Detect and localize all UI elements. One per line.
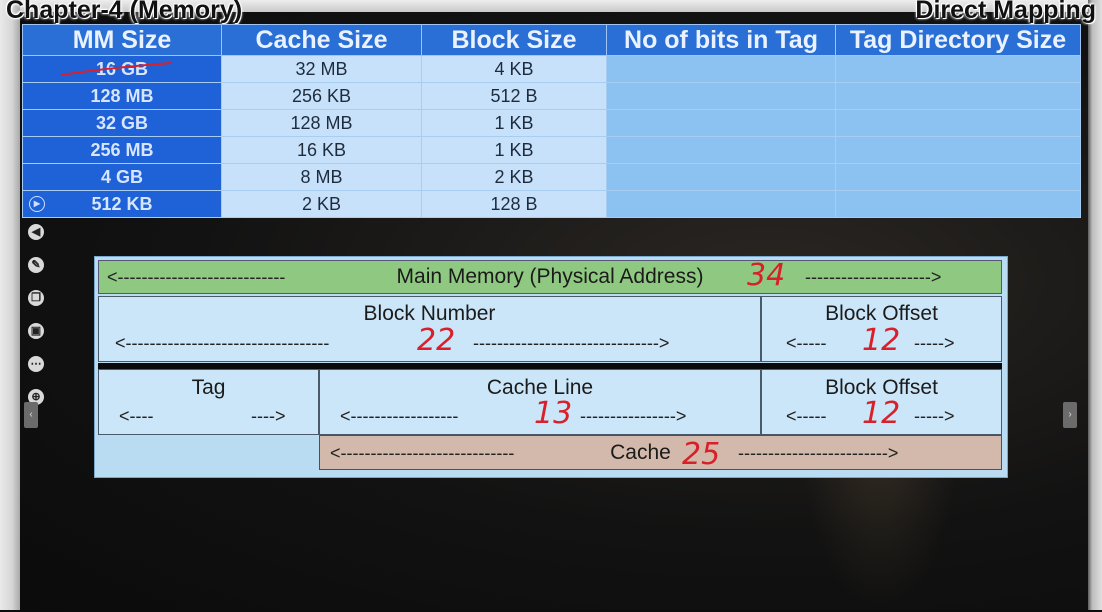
- header-tag-directory-size: Tag Directory Size: [835, 24, 1081, 56]
- main-memory-bits-handwritten: 34: [747, 258, 786, 293]
- table-row: 4 GB 8 MB 2 KB: [22, 163, 1081, 191]
- cell-tag-directory-size: [835, 55, 1081, 83]
- header-mm-size: MM Size: [22, 24, 222, 56]
- cell-mm-size-text: 16 GB: [95, 58, 149, 79]
- cache-line-bits-handwritten: 13: [534, 396, 573, 431]
- cell-tag-bits: [606, 190, 836, 218]
- more-icon[interactable]: ⋯: [28, 356, 44, 372]
- table-row: 256 MB 16 KB 1 KB: [22, 136, 1081, 164]
- block-offset-bits-2-handwritten: 12: [862, 396, 901, 431]
- cell-tag-directory-size: [835, 136, 1081, 164]
- main-memory-right-arrow: --------------------->: [805, 267, 942, 287]
- presentation-toolbar: ◀ ✎ ❐ ▣ ⋯ ⊕: [28, 224, 50, 422]
- cell-block-size: 512 B: [421, 82, 607, 110]
- cell-block-size: 2 KB: [421, 163, 607, 191]
- cell-mm-size: 128 MB: [22, 82, 222, 110]
- table-row: 32 GB 128 MB 1 KB: [22, 109, 1081, 137]
- table-row: 128 MB 256 KB 512 B: [22, 82, 1081, 110]
- header-block-size: Block Size: [421, 24, 607, 56]
- cell-block-size: 4 KB: [421, 55, 607, 83]
- cache-line-cell: Cache Line <------------------ 13 ------…: [319, 369, 761, 435]
- cache-size-table: MM Size Cache Size Block Size No of bits…: [22, 24, 1081, 218]
- block-number-left-arrow: <----------------------------------: [115, 333, 330, 353]
- table-row: ▶ 512 KB 2 KB 128 B: [22, 190, 1081, 218]
- cache-band: <----------------------------- Cache 25 …: [319, 435, 1002, 472]
- tag-left-arrow: <----: [119, 406, 154, 426]
- block-number-bits-handwritten: 22: [417, 323, 456, 358]
- cell-mm-size: 4 GB: [22, 163, 222, 191]
- cell-mm-size: 32 GB: [22, 109, 222, 137]
- topic-title: Direct Mapping: [915, 0, 1096, 24]
- chapter-title: Chapter-4 (Memory): [6, 0, 243, 24]
- block-offset-right-arrow: ----->: [914, 333, 955, 353]
- block-number-cell: Block Number <--------------------------…: [98, 296, 761, 362]
- main-memory-band: <---------------------------- Main Memor…: [98, 258, 1002, 294]
- cell-tag-bits: [606, 163, 836, 191]
- cell-tag-bits: [606, 82, 836, 110]
- cell-cache-size: 16 KB: [221, 136, 422, 164]
- cell-cache-size: 8 MB: [221, 163, 422, 191]
- cache-line-left-arrow: <------------------: [340, 406, 459, 426]
- cell-tag-directory-size: [835, 109, 1081, 137]
- prev-slide-tab[interactable]: ‹: [24, 402, 38, 428]
- cell-tag-bits: [606, 55, 836, 83]
- cell-mm-size: ▶ 512 KB: [22, 190, 222, 218]
- block-offset-left-arrow: <-----: [786, 333, 827, 353]
- cell-cache-size: 2 KB: [221, 190, 422, 218]
- block-number-right-arrow: ------------------------------->: [473, 333, 670, 353]
- cell-block-size: 128 B: [421, 190, 607, 218]
- monitor-bezel-right: [1088, 0, 1102, 610]
- cell-mm-size-text: 512 KB: [91, 193, 153, 214]
- cell-tag-directory-size: [835, 190, 1081, 218]
- block-offset-2-left-arrow: <-----: [786, 406, 827, 426]
- cell-tag-directory-size: [835, 82, 1081, 110]
- table-header-row: MM Size Cache Size Block Size No of bits…: [22, 24, 1081, 56]
- cell-cache-size: 128 MB: [221, 109, 422, 137]
- header-tag-bits: No of bits in Tag: [606, 24, 836, 56]
- next-slide-tab[interactable]: ›: [1063, 402, 1077, 428]
- cell-tag-bits: [606, 109, 836, 137]
- cell-cache-size: 256 KB: [221, 82, 422, 110]
- cache-bits-handwritten: 25: [682, 437, 721, 472]
- block-offset-2-right-arrow: ----->: [914, 406, 955, 426]
- tag-cell: Tag <---- ---->: [98, 369, 319, 435]
- back-icon[interactable]: ◀: [28, 224, 44, 240]
- tag-label: Tag: [191, 376, 226, 399]
- cell-tag-directory-size: [835, 163, 1081, 191]
- table-row: 16 GB 32 MB 4 KB: [22, 55, 1081, 83]
- cell-tag-bits: [606, 136, 836, 164]
- address-diagram: <---------------------------- Main Memor…: [94, 256, 1008, 478]
- block-offset-cell-2: Block Offset <----- 12 ----->: [761, 369, 1002, 435]
- block-number-row: Block Number <--------------------------…: [98, 296, 1002, 362]
- cache-right-arrow: ------------------------->: [738, 443, 899, 463]
- cell-mm-size: 16 GB: [22, 55, 222, 83]
- cache-line-right-arrow: ---------------->: [580, 406, 687, 426]
- tag-right-arrow: ---->: [251, 406, 286, 426]
- play-icon[interactable]: ▶: [29, 196, 45, 212]
- block-offset-cell: Block Offset <----- 12 ----->: [761, 296, 1002, 362]
- header-cache-size: Cache Size: [221, 24, 422, 56]
- copy-icon[interactable]: ❐: [28, 290, 44, 306]
- block-offset-bits-handwritten: 12: [862, 323, 901, 358]
- cell-block-size: 1 KB: [421, 109, 607, 137]
- pen-icon[interactable]: ✎: [28, 257, 44, 273]
- cache-fields-row: Tag <---- ----> Cache Line <------------…: [98, 369, 1002, 435]
- cell-block-size: 1 KB: [421, 136, 607, 164]
- cell-mm-size: 256 MB: [22, 136, 222, 164]
- screen-icon[interactable]: ▣: [28, 323, 44, 339]
- monitor-bezel-left: [0, 0, 20, 610]
- cell-cache-size: 32 MB: [221, 55, 422, 83]
